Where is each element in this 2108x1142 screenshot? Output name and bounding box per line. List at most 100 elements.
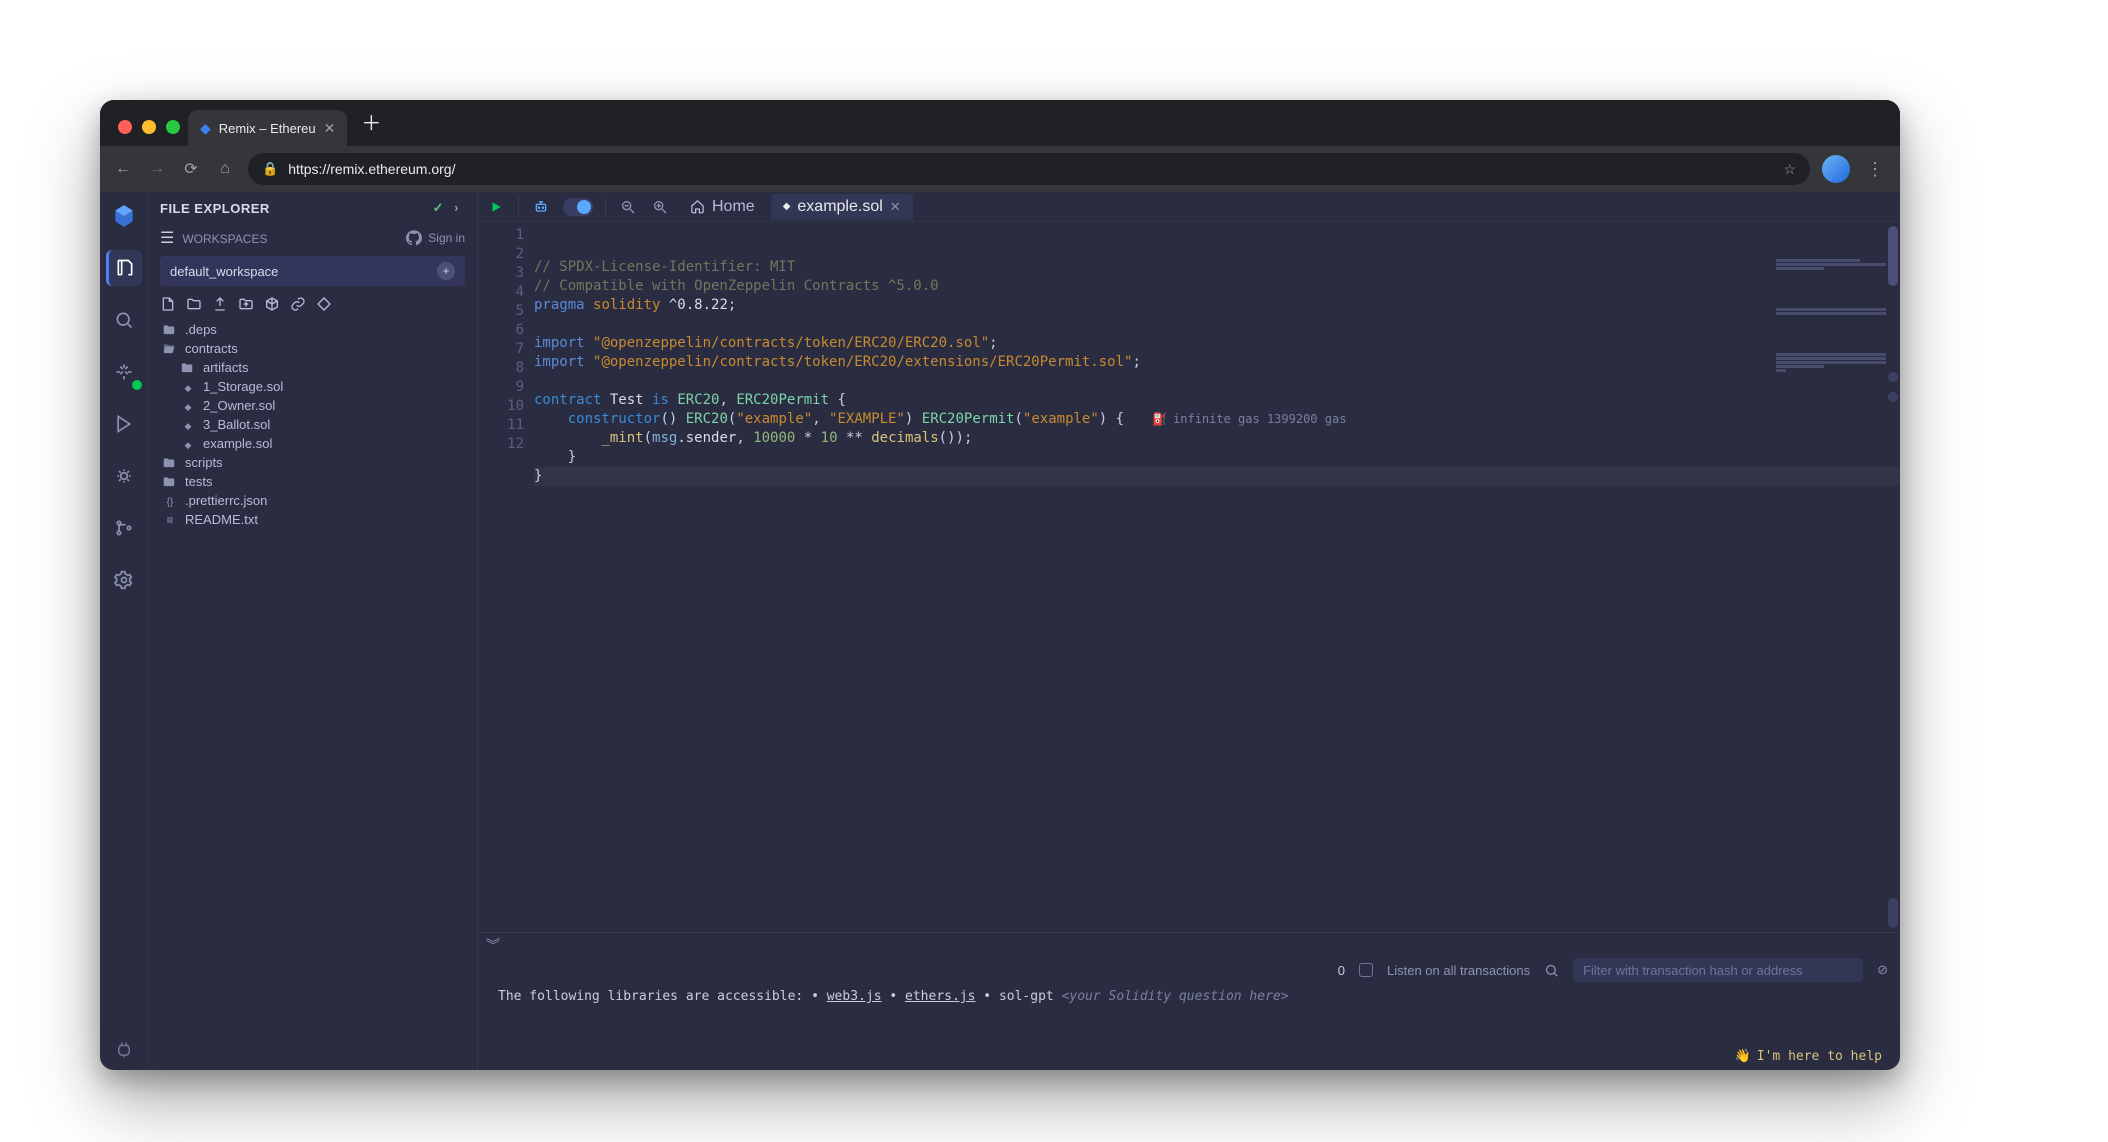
workspaces-label: WORKSPACES — [182, 232, 267, 246]
new-file-icon[interactable] — [160, 296, 176, 312]
tree-item[interactable]: scripts — [158, 453, 469, 472]
tree-item[interactable]: .deps — [158, 320, 469, 339]
settings-icon[interactable] — [106, 562, 142, 598]
tree-item-label: artifacts — [203, 360, 249, 375]
signin-text: Sign in — [428, 231, 465, 245]
tree-item[interactable]: contracts — [158, 339, 469, 358]
new-tab-button[interactable]: ＋ — [347, 107, 395, 146]
run-icon[interactable] — [482, 194, 510, 220]
home-button[interactable]: ⌂ — [214, 160, 236, 178]
terminal-collapse-bar[interactable]: ︾ — [478, 932, 1900, 956]
panel-header: FILE EXPLORER ✓ › — [148, 192, 477, 224]
close-tab-icon[interactable]: ✕ — [324, 120, 336, 137]
search-plugin-icon[interactable] — [106, 302, 142, 338]
terminal-filter-input[interactable] — [1573, 958, 1863, 982]
tree-item-label: 1_Storage.sol — [203, 379, 283, 394]
lib-link[interactable]: ethers.js — [905, 989, 975, 1004]
panel-chevron-icon[interactable]: › — [454, 200, 459, 215]
new-folder-icon[interactable] — [186, 296, 202, 312]
accept-icon[interactable]: ✓ — [433, 200, 444, 215]
vertical-scrollbar[interactable] — [1886, 222, 1900, 932]
cube-icon[interactable] — [264, 296, 280, 312]
link-icon[interactable] — [290, 296, 306, 312]
tree-item[interactable]: 3_Ballot.sol — [158, 415, 469, 434]
code-line[interactable]: import "@openzeppelin/contracts/token/ER… — [534, 334, 1900, 353]
helper-widget[interactable]: 👋 I'm here to help — [1735, 1049, 1882, 1064]
code-line[interactable]: constructor() ERC20("example", "EXAMPLE"… — [534, 410, 1900, 429]
gas-hint: ⛽infinite gas 1399200 gas — [1152, 412, 1346, 426]
reload-button[interactable]: ⟳ — [180, 159, 202, 179]
code-line[interactable]: _mint(msg.sender, 10000 * 10 ** decimals… — [534, 429, 1900, 448]
forward-button[interactable]: → — [146, 160, 168, 178]
tree-item[interactable]: artifacts — [158, 358, 469, 377]
left-icon-rail — [100, 192, 148, 1070]
scrollbar-mark — [1888, 372, 1898, 382]
workspace-name: default_workspace — [170, 264, 278, 279]
plugin-manager-icon[interactable] — [100, 1030, 148, 1070]
github-icon — [406, 230, 422, 246]
code-line[interactable]: contract Test is ERC20, ERC20Permit { — [534, 391, 1900, 410]
close-file-tab-icon[interactable]: ✕ — [890, 199, 901, 215]
browser-tab[interactable]: ◆ Remix – Ethereu ✕ — [188, 110, 347, 146]
code-line[interactable]: } — [534, 467, 1900, 486]
terminal-search-icon[interactable] — [1544, 963, 1559, 978]
listen-checkbox[interactable] — [1359, 963, 1373, 977]
terminal-line: • web3.js — [811, 989, 881, 1004]
file-explorer-icon[interactable] — [106, 250, 142, 286]
terminal-output[interactable]: The following libraries are accessible: … — [478, 984, 1900, 1070]
address-bar[interactable]: 🔒 https://remix.ethereum.org/ ☆ — [248, 153, 1810, 185]
tree-item[interactable]: .prettierrc.json — [158, 491, 469, 510]
lib-link[interactable]: web3.js — [827, 989, 882, 1004]
code-line[interactable] — [534, 372, 1900, 391]
tree-item[interactable]: README.txt — [158, 510, 469, 529]
tree-item[interactable]: 1_Storage.sol — [158, 377, 469, 396]
scrollbar-thumb[interactable] — [1888, 226, 1898, 286]
scrollbar-mark — [1888, 392, 1898, 402]
code-line[interactable]: // Compatible with OpenZeppelin Contract… — [534, 277, 1900, 296]
code-line[interactable]: } — [534, 448, 1900, 467]
code-line[interactable]: pragma solidity ^0.8.22; — [534, 296, 1900, 315]
maximize-window-icon[interactable] — [166, 120, 180, 134]
divider — [518, 197, 519, 217]
upload-folder-icon[interactable] — [238, 296, 254, 312]
workspace-selector[interactable]: default_workspace + — [160, 256, 465, 286]
divider — [605, 197, 606, 217]
signin-link[interactable]: Sign in — [406, 230, 465, 246]
robot-icon[interactable] — [527, 194, 555, 220]
terminal-line: • sol-gpt <your Solidity question here> — [983, 989, 1288, 1004]
tree-item[interactable]: 2_Owner.sol — [158, 396, 469, 415]
compiler-icon[interactable] — [106, 354, 142, 390]
code-editor[interactable]: 123456789101112 // SPDX-License-Identifi… — [478, 222, 1900, 932]
toggle-switch[interactable] — [563, 198, 593, 216]
hamburger-icon[interactable]: ☰ — [160, 230, 174, 247]
debugger-icon[interactable] — [106, 458, 142, 494]
zoom-in-icon[interactable] — [646, 194, 674, 220]
add-workspace-icon[interactable]: + — [437, 262, 455, 280]
tree-item[interactable]: example.sol — [158, 434, 469, 453]
browser-menu-icon[interactable]: ⋮ — [1862, 159, 1888, 180]
code-line[interactable]: import "@openzeppelin/contracts/token/ER… — [534, 353, 1900, 372]
minimize-window-icon[interactable] — [142, 120, 156, 134]
git-icon[interactable] — [106, 510, 142, 546]
remix-logo-icon[interactable] — [106, 198, 142, 234]
code-line[interactable] — [534, 315, 1900, 334]
code-line[interactable]: // SPDX-License-Identifier: MIT — [534, 258, 1900, 277]
back-button[interactable]: ← — [112, 160, 134, 178]
minimap[interactable] — [1776, 226, 1896, 326]
browser-tab-title: Remix – Ethereu — [219, 121, 316, 136]
clear-terminal-icon[interactable]: ⊘ — [1877, 962, 1888, 978]
code-area[interactable]: // SPDX-License-Identifier: MIT// Compat… — [534, 222, 1900, 932]
tab-home[interactable]: Home — [678, 194, 767, 220]
chevron-down-icon[interactable]: ︾ — [486, 935, 500, 955]
close-window-icon[interactable] — [118, 120, 132, 134]
tab-file[interactable]: ◆ example.sol ✕ — [771, 194, 913, 220]
listen-label: Listen on all transactions — [1387, 963, 1530, 978]
upload-file-icon[interactable] — [212, 296, 228, 312]
deploy-run-icon[interactable] — [106, 406, 142, 442]
profile-avatar[interactable] — [1822, 155, 1850, 183]
tree-item-label: .deps — [185, 322, 217, 337]
bookmark-star-icon[interactable]: ☆ — [1783, 161, 1796, 178]
zoom-out-icon[interactable] — [614, 194, 642, 220]
diamond-icon[interactable] — [316, 296, 332, 312]
tree-item[interactable]: tests — [158, 472, 469, 491]
